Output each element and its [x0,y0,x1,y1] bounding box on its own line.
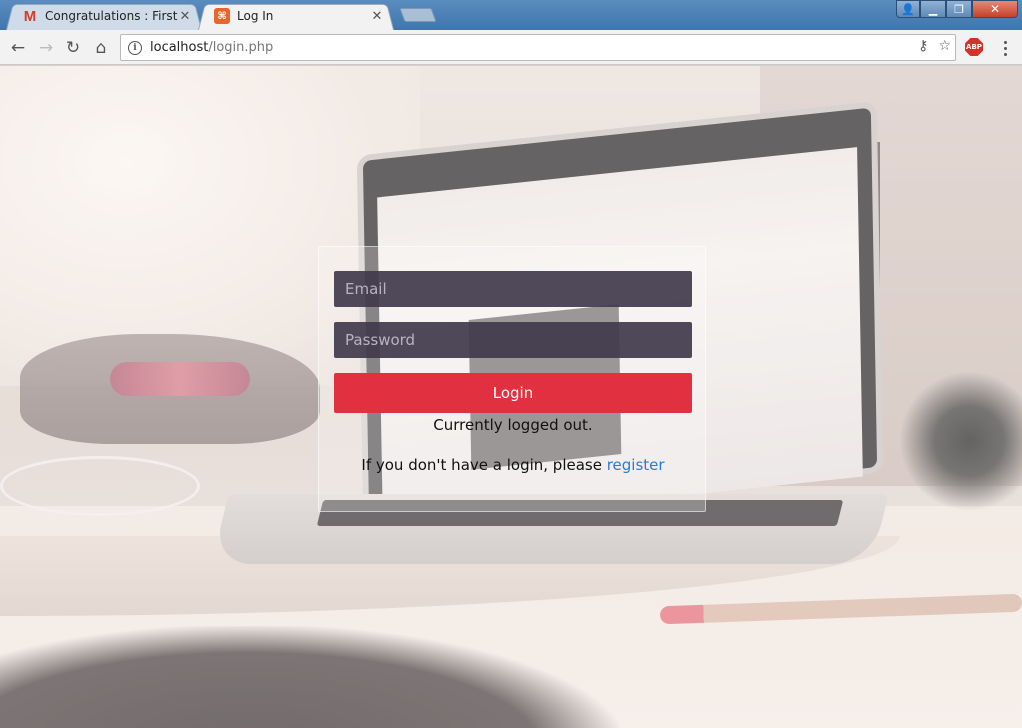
window-controls: 👤 ▁ ❐ ✕ [896,0,1018,18]
email-field[interactable] [334,271,692,307]
star-icon[interactable]: ☆ [938,38,951,54]
close-icon[interactable]: ✕ [370,9,384,24]
forward-arrow-icon[interactable]: → [35,37,57,59]
register-link[interactable]: register [607,456,665,474]
user-icon[interactable]: 👤 [896,0,920,18]
password-field[interactable] [334,322,692,358]
url-host: localhost [150,40,209,55]
login-button[interactable]: Login [334,373,692,413]
omnibox-actions: ⚷ ☆ [918,38,951,54]
reload-icon[interactable]: ↻ [62,37,84,59]
home-icon[interactable]: ⌂ [90,37,112,59]
address-bar[interactable]: i localhost/login.php ⚷ ☆ [120,34,956,61]
login-form: Login Currently logged out. If you don't… [318,246,706,512]
tab-title: Congratulations : First Ro [45,9,178,23]
xampp-icon: ⌘ [214,8,230,24]
window-titlebar: M Congratulations : First Ro ✕ ⌘ Log In … [0,0,1022,30]
minimize-button[interactable]: ▁ [920,0,946,18]
tab-title: Log In [237,9,274,23]
window-close-button[interactable]: ✕ [972,0,1018,18]
back-arrow-icon[interactable]: ← [7,37,29,59]
page-viewport: Login Currently logged out. If you don't… [0,66,1022,728]
tab-gmail[interactable]: M Congratulations : First Ro ✕ [6,2,202,30]
restore-button[interactable]: ❐ [946,0,972,18]
close-icon[interactable]: ✕ [178,9,192,24]
key-icon[interactable]: ⚷ [918,38,928,54]
register-prompt: If you don't have a login, please regist… [319,456,707,474]
adblock-icon[interactable]: ABP [965,38,983,56]
register-prompt-text: If you don't have a login, please [361,456,607,474]
url-path: /login.php [208,40,274,55]
tab-log-in[interactable]: ⌘ Log In ✕ [198,2,394,30]
kebab-menu-icon[interactable] [998,38,1012,58]
gmail-icon: M [23,7,37,25]
browser-toolbar: ← → ↻ ⌂ i localhost/login.php ⚷ ☆ [0,30,1022,65]
info-icon[interactable]: i [128,40,142,55]
login-status: Currently logged out. [433,416,593,434]
new-tab-button[interactable] [399,8,437,22]
